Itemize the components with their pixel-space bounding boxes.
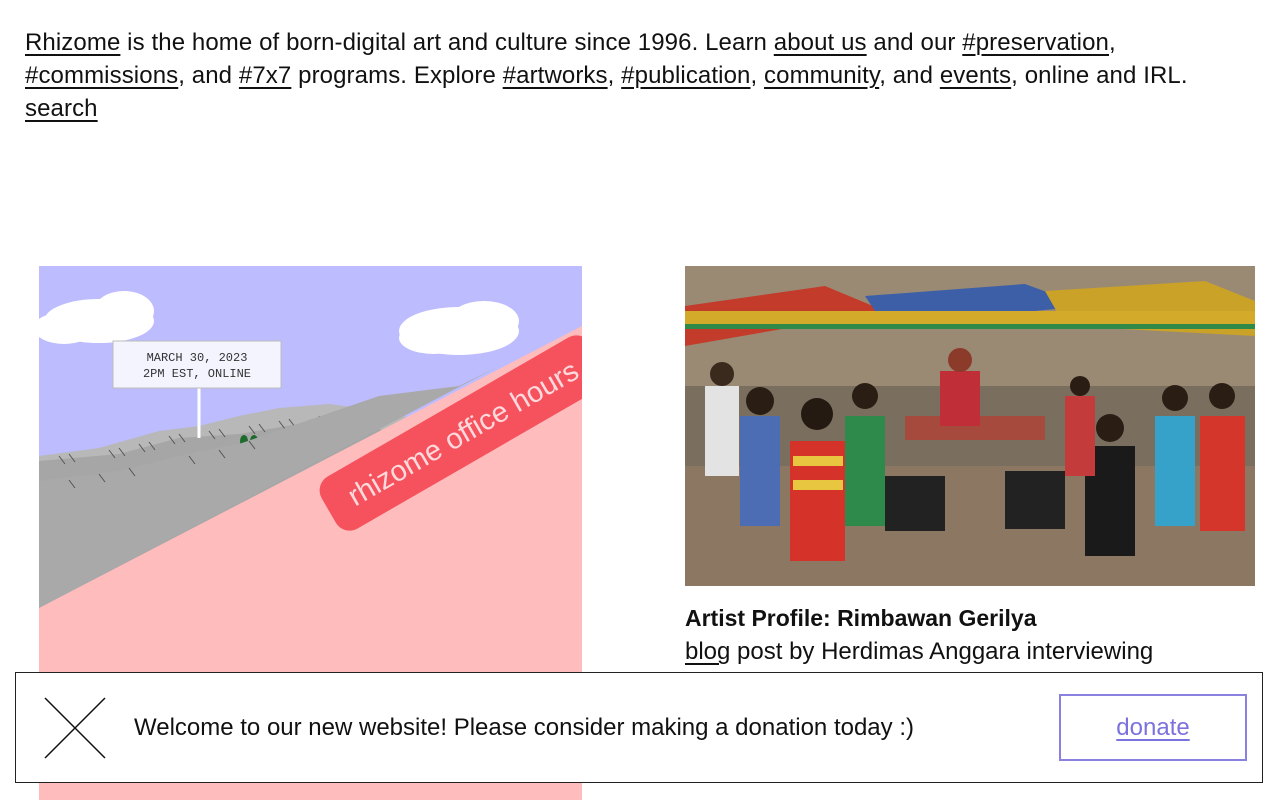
publication-link[interactable]: #publication: [621, 62, 750, 89]
date-sign-line2: 2PM EST, ONLINE: [143, 367, 251, 381]
intro-text-7: ,: [750, 62, 765, 89]
7x7-link[interactable]: #7x7: [239, 62, 291, 89]
intro-text-6: ,: [607, 62, 622, 89]
artworks-link[interactable]: #artworks: [503, 62, 608, 89]
preservation-link[interactable]: #preservation: [962, 29, 1109, 56]
donate-button[interactable]: donate: [1059, 694, 1247, 761]
post-meta: blog post by Herdimas Anggara interviewi…: [685, 635, 1255, 668]
intro-text-1: is the home of born-digital art and cult…: [120, 29, 774, 56]
artist-profile-image[interactable]: [685, 266, 1255, 586]
post-title[interactable]: Artist Profile: Rimbawan Gerilya: [685, 603, 1255, 633]
intro-text-4: , and: [178, 62, 239, 89]
intro-text-9: , online and IRL.: [1011, 62, 1188, 89]
rhizome-link[interactable]: Rhizome: [25, 29, 120, 56]
intro-text-2: and our: [866, 29, 963, 56]
intro-text-3: ,: [1109, 29, 1116, 56]
donation-banner: Welcome to our new website! Please consi…: [15, 672, 1263, 783]
events-link[interactable]: events: [940, 62, 1011, 89]
banner-message: Welcome to our new website! Please consi…: [134, 714, 914, 741]
commissions-link[interactable]: #commissions: [25, 62, 178, 89]
close-icon[interactable]: [44, 697, 106, 759]
site-intro: Rhizome is the home of born-digital art …: [25, 26, 1255, 125]
community-link[interactable]: community: [764, 62, 879, 89]
about-us-link[interactable]: about us: [774, 29, 867, 56]
intro-text-5: programs. Explore: [291, 62, 503, 89]
intro-text-8: , and: [879, 62, 940, 89]
artist-profile-card: Artist Profile: Rimbawan Gerilya blog po…: [685, 266, 1255, 668]
post-meta-text: post by Herdimas Anggara interviewing: [730, 638, 1154, 665]
blog-link[interactable]: blog: [685, 638, 730, 665]
date-sign-line1: MARCH 30, 2023: [147, 351, 248, 365]
search-link[interactable]: search: [25, 95, 98, 122]
